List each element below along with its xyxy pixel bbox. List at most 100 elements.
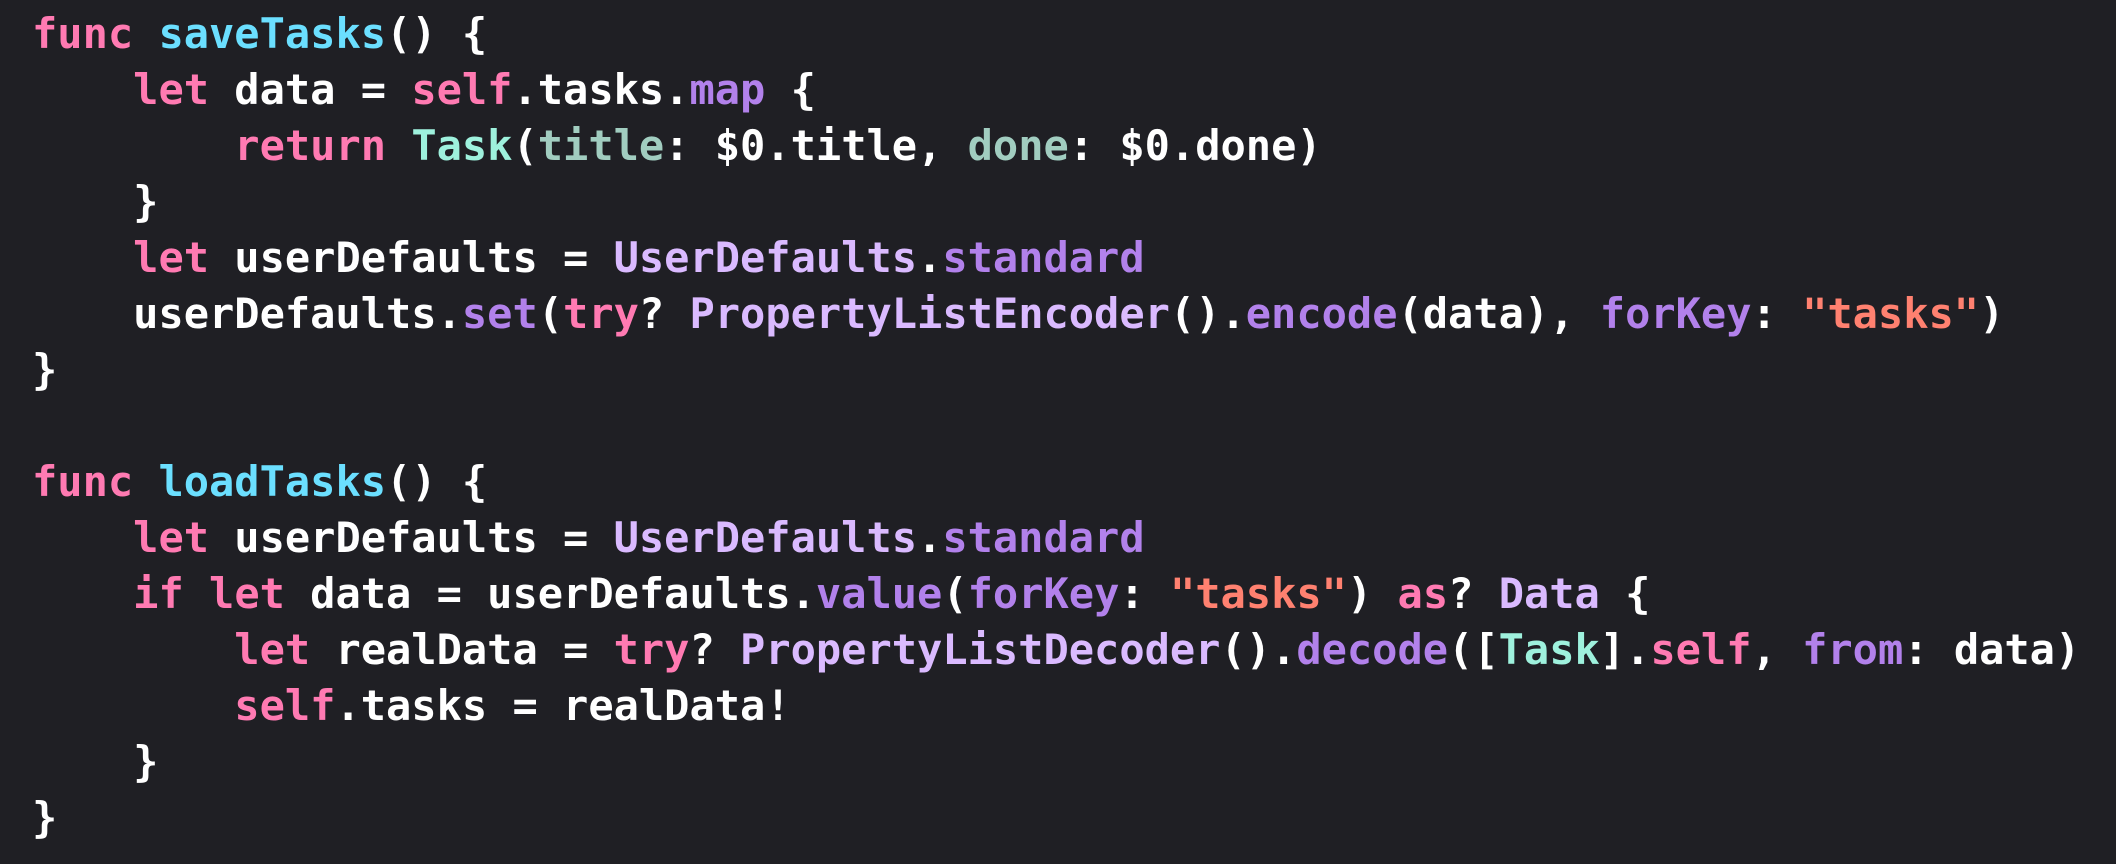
method-token: value (815, 569, 943, 618)
code-editor[interactable]: func saveTasks() { let data = self.tasks… (0, 0, 2116, 864)
code-line: } (32, 790, 2080, 846)
type-token: PropertyListDecoder (740, 625, 1221, 674)
plain-token: ) (1346, 569, 1398, 618)
code-line: let userDefaults = UserDefaults.standard (32, 230, 2080, 286)
plain-token: data = userDefaults. (284, 569, 816, 618)
string-token: "tasks" (1802, 289, 1980, 338)
keyword-token: as (1397, 569, 1449, 618)
plain-token: (data), (1397, 289, 1600, 338)
plain-token: { (765, 65, 816, 114)
keyword-token: return (234, 121, 387, 170)
plain-token: ( (512, 121, 538, 170)
method-token: map (689, 65, 766, 114)
method-token: from (1802, 625, 1904, 674)
plain-token: : (1119, 569, 1170, 618)
plain-token: , (1751, 625, 1803, 674)
plain-token: . (917, 233, 943, 282)
keyword-token: try (563, 289, 639, 338)
keyword-token: let (209, 569, 285, 618)
code-line: return Task(title: $0.title, done: $0.do… (32, 118, 2080, 174)
plain-token: data = (209, 65, 412, 114)
type-token: PropertyListEncoder (689, 289, 1170, 338)
plain-token: } (32, 737, 159, 786)
plain-token: .tasks. (512, 65, 690, 114)
code-line: userDefaults.set(try? PropertyListEncode… (32, 286, 2080, 342)
keyword-token: self (234, 681, 336, 730)
code-line: if let data = userDefaults.value(forKey:… (32, 566, 2080, 622)
type-token: Data (1498, 569, 1600, 618)
project-type-token: Task (411, 121, 513, 170)
method-token: standard (942, 233, 1145, 282)
plain-token: (). (1220, 625, 1297, 674)
parameter-token: title (537, 121, 665, 170)
keyword-token: let (133, 65, 210, 114)
plain-token: ) (1979, 289, 2005, 338)
code-line: } (32, 734, 2080, 790)
plain-token: ? (1448, 569, 1499, 618)
code-line: let realData = try? PropertyListDecoder(… (32, 622, 2080, 678)
method-token: set (461, 289, 538, 338)
plain-token: userDefaults = (209, 233, 614, 282)
plain-token: .tasks = realData! (335, 681, 791, 730)
keyword-token: self (1650, 625, 1752, 674)
code-line: let data = self.tasks.map { (32, 62, 2080, 118)
plain-token: () { (386, 457, 488, 506)
declaration-token: loadTasks (158, 457, 387, 506)
code-line: } (32, 174, 2080, 230)
plain-token: } (32, 793, 58, 842)
plain-token: ? (638, 289, 690, 338)
plain-token: ([ (1448, 625, 1499, 674)
plain-token: userDefaults. (32, 289, 462, 338)
plain-token: : data) (1903, 625, 2081, 674)
method-token: forKey (1599, 289, 1752, 338)
code-line: func loadTasks() { (32, 454, 2080, 510)
plain-token: { (1599, 569, 1651, 618)
plain-token: userDefaults = (209, 513, 614, 562)
plain-token: ? (689, 625, 741, 674)
project-type-token: Task (1498, 625, 1600, 674)
method-token: forKey (967, 569, 1120, 618)
keyword-token: func (32, 9, 134, 58)
keyword-token: let (133, 233, 210, 282)
plain-token: } (32, 177, 159, 226)
plain-token: realData = (310, 625, 614, 674)
plain-token: : $0.title, (664, 121, 968, 170)
code-line: } (32, 342, 2080, 398)
plain-token: ( (537, 289, 564, 338)
keyword-token: self (411, 65, 513, 114)
plain-token: } (32, 345, 58, 394)
plain-token: ]. (1599, 625, 1651, 674)
keyword-token: func (32, 457, 134, 506)
type-token: UserDefaults (613, 233, 918, 282)
plain-token: . (917, 513, 943, 562)
plain-token: ( (942, 569, 968, 618)
keyword-token: let (234, 625, 311, 674)
code-line: func saveTasks() { (32, 6, 2080, 62)
declaration-token: saveTasks (158, 9, 387, 58)
plain-token: (). (1169, 289, 1246, 338)
string-token: "tasks" (1169, 569, 1347, 618)
code-text[interactable]: func saveTasks() { let data = self.tasks… (32, 6, 2080, 846)
method-token: decode (1296, 625, 1449, 674)
plain-token: : $0.done) (1068, 121, 1322, 170)
method-token: encode (1245, 289, 1398, 338)
code-line: let userDefaults = UserDefaults.standard (32, 510, 2080, 566)
code-line: self.tasks = realData! (32, 678, 2080, 734)
type-token: UserDefaults (613, 513, 918, 562)
keyword-token: let (133, 513, 210, 562)
plain-token: () { (386, 9, 488, 58)
parameter-token: done (967, 121, 1069, 170)
keyword-token: try (613, 625, 690, 674)
